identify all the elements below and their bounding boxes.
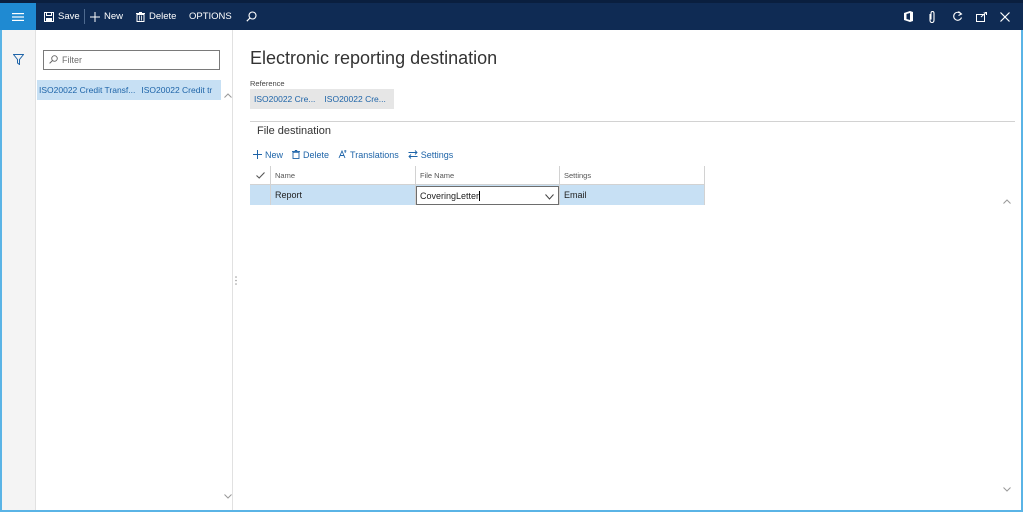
filter-input[interactable]: Filter	[43, 50, 220, 70]
search-icon	[49, 54, 58, 66]
search-icon[interactable]	[246, 3, 257, 30]
save-icon	[44, 11, 54, 22]
table-row[interactable]: Report CoveringLetter Email	[250, 185, 705, 205]
header-settings[interactable]: Settings	[559, 166, 705, 184]
close-icon[interactable]	[994, 3, 1016, 30]
list-pane: Filter ISO20022 Credit Transf... ISO2002…	[37, 30, 233, 510]
translations-label: Translations	[350, 150, 399, 160]
delete-button[interactable]: Delete	[136, 3, 176, 30]
chevron-down-icon[interactable]	[1003, 484, 1011, 494]
delete-label: Delete	[149, 11, 177, 22]
swap-icon	[408, 149, 418, 161]
file-destination-grid: Name File Name Settings Report CoveringL…	[250, 166, 705, 205]
grid-actions: New Delete Translations Settings	[253, 148, 453, 162]
chevron-up-icon[interactable]	[224, 90, 232, 100]
grid-delete-button[interactable]: Delete	[292, 149, 330, 161]
row-checkbox[interactable]	[250, 185, 270, 205]
office-icon[interactable]	[897, 3, 919, 30]
grid-new-label: New	[265, 150, 284, 160]
cell-settings[interactable]: Email	[559, 185, 705, 205]
save-label: Save	[58, 11, 80, 22]
popout-icon[interactable]	[970, 3, 992, 30]
file-name-dropdown[interactable]: CoveringLetter	[416, 186, 559, 205]
filter-placeholder: Filter	[62, 55, 82, 65]
paperclip-icon[interactable]	[921, 3, 943, 30]
save-button[interactable]: Save	[44, 3, 80, 30]
grid-header: Name File Name Settings	[250, 166, 705, 185]
plus-icon	[90, 11, 100, 22]
new-button[interactable]: New	[90, 3, 123, 30]
list-item-col1: ISO20022 Credit Transf...	[39, 85, 136, 95]
chevron-down-icon[interactable]	[545, 192, 554, 202]
reference-field[interactable]: ISO20022 Cre... ISO20022 Cre...	[250, 89, 394, 109]
header-file-name[interactable]: File Name	[415, 166, 559, 184]
plus-icon	[253, 149, 262, 161]
settings-label: Settings	[420, 150, 454, 160]
settings-button[interactable]: Settings	[408, 149, 454, 161]
translate-icon	[338, 149, 347, 161]
top-toolbar: Save New Delete OPTIONS	[0, 0, 1023, 30]
file-name-value: CoveringLetter	[420, 190, 480, 201]
options-button[interactable]: OPTIONS	[189, 3, 232, 30]
cell-name[interactable]: Report	[270, 185, 415, 205]
select-all-checkbox[interactable]	[250, 166, 270, 184]
section-title: File destination	[257, 125, 331, 137]
list-item[interactable]: ISO20022 Credit Transf... ISO20022 Credi…	[37, 80, 221, 100]
hamburger-icon[interactable]	[0, 3, 36, 30]
translations-button[interactable]: Translations	[338, 149, 399, 161]
section-divider	[250, 121, 1015, 122]
list-item-col2: ISO20022 Credit tr	[141, 85, 213, 95]
options-label: OPTIONS	[189, 11, 232, 22]
toolbar-separator	[84, 9, 85, 24]
trash-icon	[136, 11, 145, 22]
main-content: Electronic reporting destination Referen…	[236, 30, 1019, 510]
reference-value-1: ISO20022 Cre...	[254, 94, 316, 104]
trash-icon	[292, 149, 301, 161]
text-caret	[479, 190, 481, 201]
chevron-down-icon[interactable]	[224, 491, 232, 501]
new-label: New	[104, 11, 124, 22]
grid-delete-label: Delete	[303, 150, 330, 160]
refresh-icon[interactable]	[946, 3, 968, 30]
funnel-icon[interactable]	[12, 54, 25, 67]
header-name[interactable]: Name	[270, 166, 415, 184]
reference-label: Reference	[250, 79, 285, 88]
page-title: Electronic reporting destination	[250, 48, 498, 68]
left-rail	[2, 30, 36, 510]
grid-new-button[interactable]: New	[253, 149, 284, 161]
chevron-up-icon[interactable]	[1003, 196, 1011, 206]
reference-value-2: ISO20022 Cre...	[324, 94, 386, 104]
